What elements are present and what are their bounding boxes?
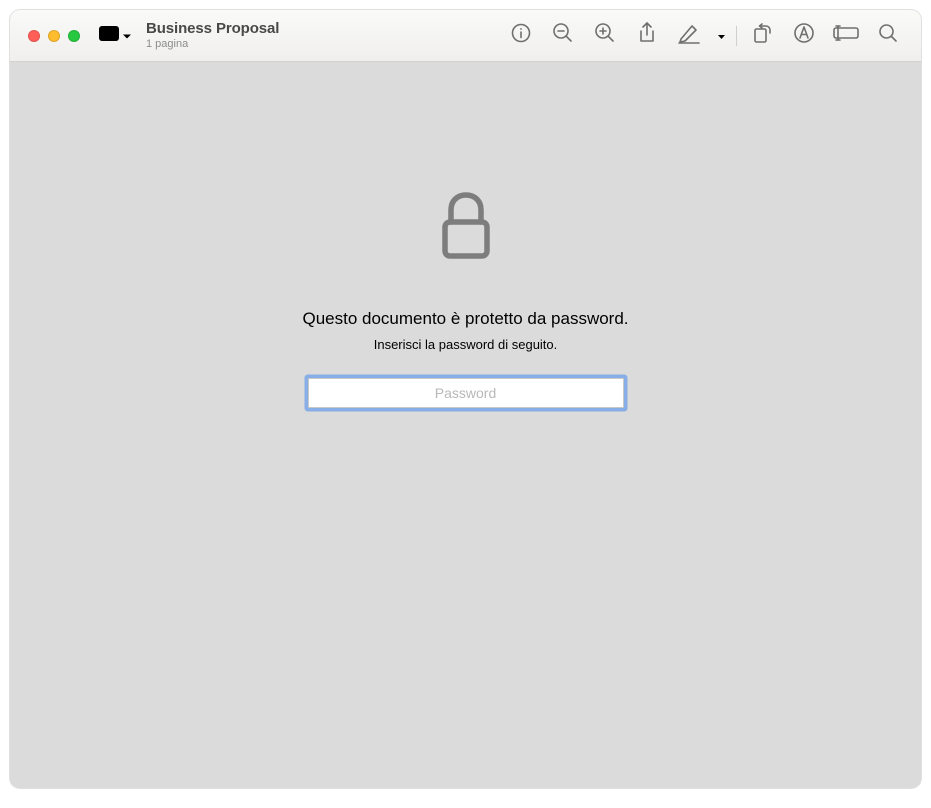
lock-icon <box>439 192 493 267</box>
protected-heading: Questo documento è protetto da password. <box>302 309 628 329</box>
rotate-icon <box>751 22 773 49</box>
sidebar-toggle-button[interactable] <box>98 25 132 47</box>
info-icon <box>511 23 531 48</box>
document-title: Business Proposal <box>146 20 279 37</box>
password-input[interactable] <box>308 378 624 408</box>
markup-icon <box>793 22 815 49</box>
search-button[interactable] <box>869 16 907 56</box>
zoom-out-button[interactable] <box>544 16 582 56</box>
content-area: Questo documento è protetto da password.… <box>10 62 921 788</box>
app-window: Business Proposal 1 pagina <box>10 10 921 788</box>
document-subtitle: 1 pagina <box>146 38 279 51</box>
maximize-window-button[interactable] <box>68 30 80 42</box>
toolbar <box>502 16 907 56</box>
zoom-in-button[interactable] <box>586 16 624 56</box>
inspector-button[interactable] <box>502 16 540 56</box>
form-button[interactable] <box>827 16 865 56</box>
markup-button[interactable] <box>785 16 823 56</box>
zoom-in-icon <box>594 22 616 49</box>
window-controls <box>28 30 80 42</box>
sidebar-icon <box>98 25 120 47</box>
document-title-block: Business Proposal 1 pagina <box>146 20 279 51</box>
titlebar: Business Proposal 1 pagina <box>10 10 921 62</box>
highlight-button[interactable] <box>670 16 708 56</box>
chevron-down-icon <box>122 27 132 45</box>
highlighter-icon <box>678 22 700 49</box>
toolbar-separator <box>736 26 737 46</box>
form-field-icon <box>833 24 859 47</box>
close-window-button[interactable] <box>28 30 40 42</box>
protected-subtext: Inserisci la password di seguito. <box>374 337 558 352</box>
zoom-out-icon <box>552 22 574 49</box>
chevron-down-icon <box>717 27 726 45</box>
search-icon <box>878 23 898 48</box>
rotate-button[interactable] <box>743 16 781 56</box>
share-button[interactable] <box>628 16 666 56</box>
share-icon <box>637 21 657 50</box>
minimize-window-button[interactable] <box>48 30 60 42</box>
highlight-options-button[interactable] <box>712 27 730 45</box>
